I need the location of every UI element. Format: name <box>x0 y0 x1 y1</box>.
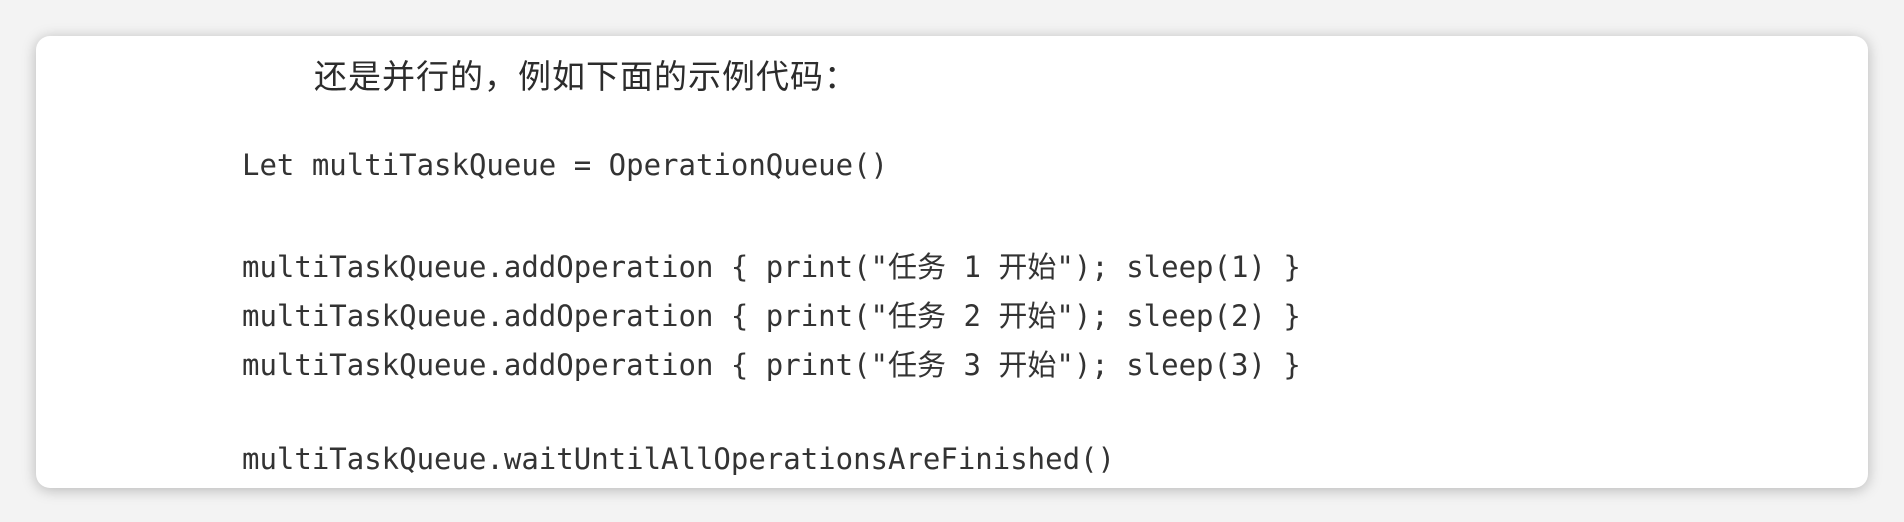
intro-paragraph: 还是并行的，例如下面的示例代码： <box>314 57 858 96</box>
code-line-declare-queue: Let multiTaskQueue = OperationQueue() <box>242 148 889 182</box>
code-line-add-operation-3: multiTaskQueue.addOperation { print("任务 … <box>242 348 1301 382</box>
code-line-add-operation-1: multiTaskQueue.addOperation { print("任务 … <box>242 250 1301 284</box>
document-page: 还是并行的，例如下面的示例代码： Let multiTaskQueue = Op… <box>36 36 1868 488</box>
code-line-wait-until-finished: multiTaskQueue.waitUntilAllOperationsAre… <box>242 442 1115 476</box>
code-line-add-operation-2: multiTaskQueue.addOperation { print("任务 … <box>242 299 1301 333</box>
